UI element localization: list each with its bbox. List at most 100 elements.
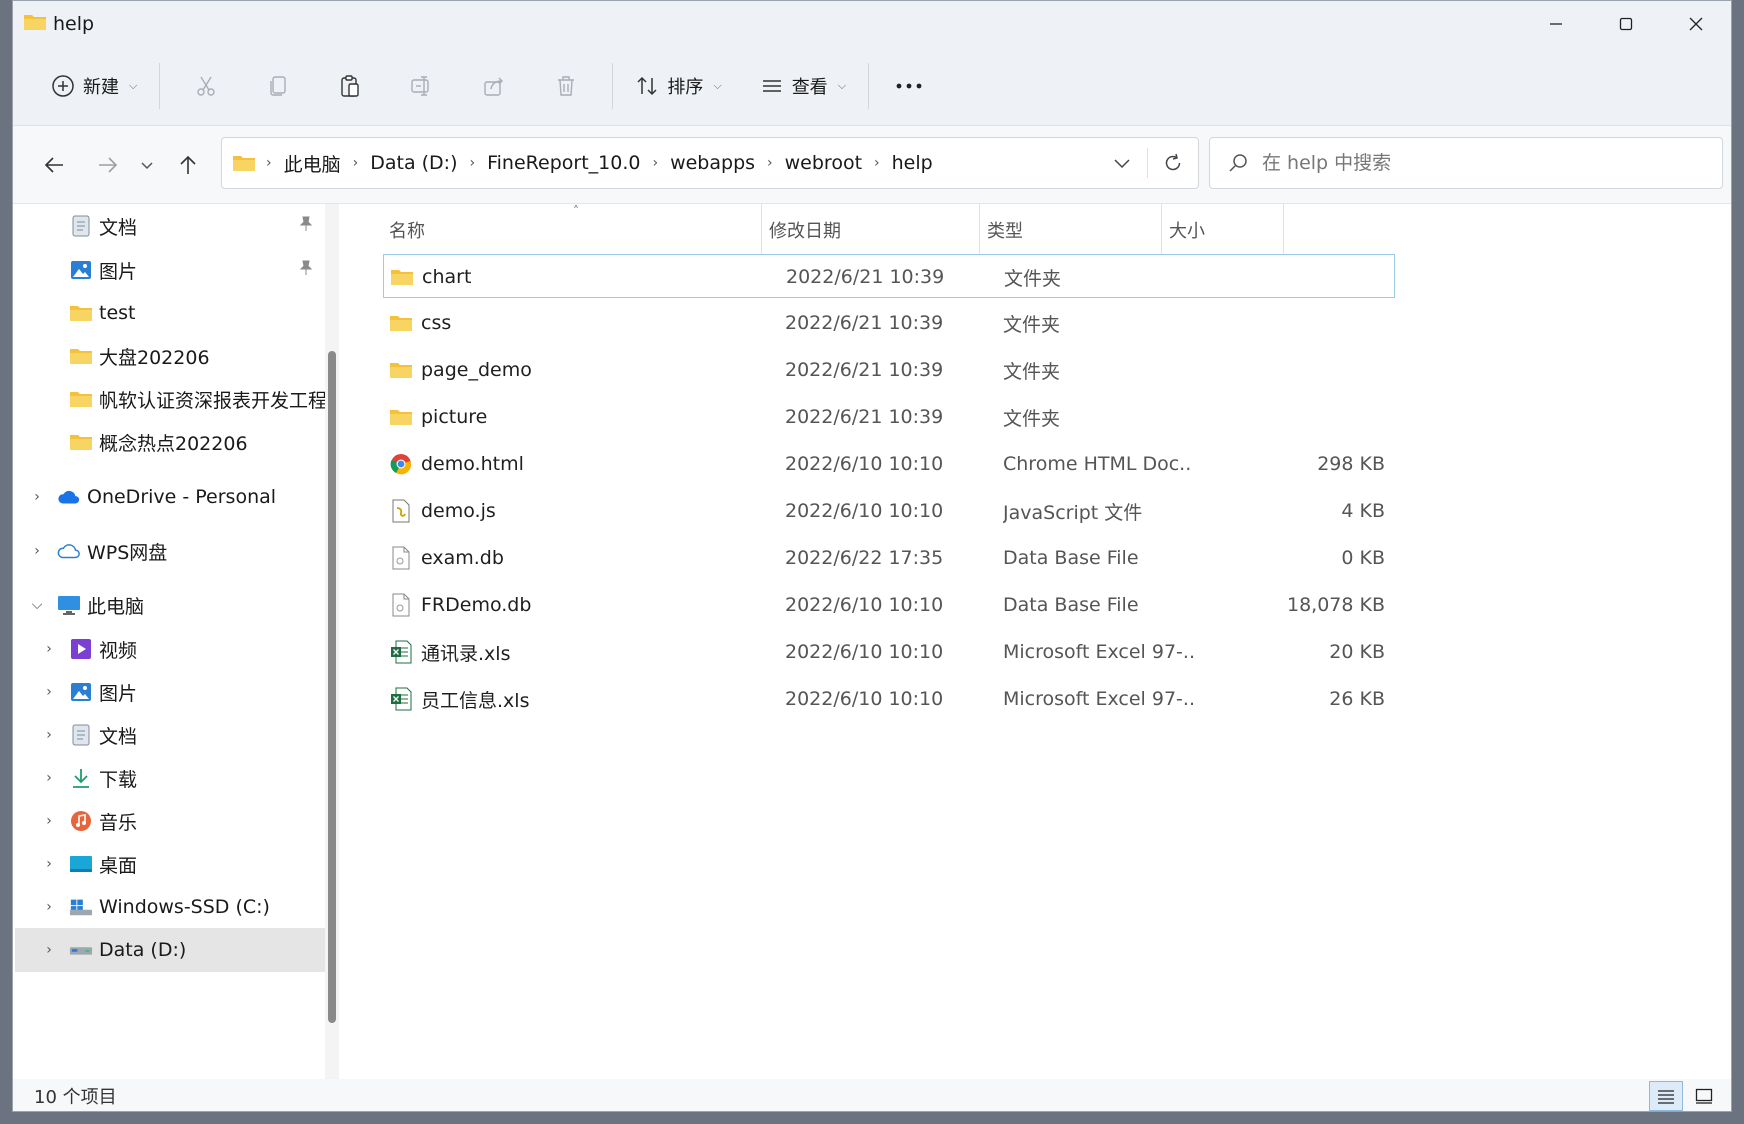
expand-chevron-icon[interactable]: › — [39, 713, 59, 757]
file-date: 2022/6/10 10:10 — [785, 453, 944, 475]
file-row-frdemo-db[interactable]: FRDemo.db 2022/6/10 10:10 Data Base File… — [383, 583, 1395, 627]
sort-button[interactable]: 排序 ⌵ — [623, 58, 733, 114]
sidebar-item-documents[interactable]: 文档 — [69, 713, 325, 757]
search-input[interactable] — [1260, 151, 1684, 175]
file-row-demo-js[interactable]: demo.js 2022/6/10 10:10 JavaScript 文件 4 … — [383, 489, 1395, 533]
expand-chevron-icon[interactable]: › — [39, 756, 59, 800]
db-file-icon — [389, 593, 413, 617]
close-icon — [1689, 17, 1703, 30]
column-divider[interactable] — [979, 204, 980, 254]
expand-chevron-icon[interactable]: › — [39, 928, 59, 972]
file-date: 2022/6/21 10:39 — [785, 312, 944, 334]
expand-chevron-icon[interactable]: › — [39, 885, 59, 929]
breadcrumb-webroot[interactable]: webroot — [779, 152, 868, 174]
documents-icon — [69, 214, 93, 238]
breadcrumb-separator-icon: › — [352, 155, 359, 171]
share-button[interactable] — [458, 58, 530, 114]
column-header-date[interactable]: 修改日期 — [769, 212, 841, 248]
title-bar: help — [13, 1, 1731, 46]
column-header-size[interactable]: 大小 — [1169, 212, 1205, 248]
close-button[interactable] — [1661, 1, 1731, 46]
recent-locations-button[interactable] — [129, 140, 165, 190]
sidebar-item-this-pc[interactable]: 此电脑 — [57, 583, 325, 627]
sidebar-item-fanruan[interactable]: 帆软认证资深报表开发工程师 — [69, 377, 325, 421]
sidebar-item-test[interactable]: test — [69, 291, 325, 335]
sidebar-item-label: 音乐 — [99, 811, 138, 834]
breadcrumb-this-pc[interactable]: 此电脑 — [278, 150, 347, 177]
sidebar-item-label: 概念热点202206 — [99, 432, 248, 455]
file-row-css[interactable]: css 2022/6/21 10:39 文件夹 — [383, 301, 1395, 345]
breadcrumb-help[interactable]: help — [886, 152, 939, 174]
pin-icon — [299, 216, 313, 236]
sidebar-item-drive-d[interactable]: Data (D:) — [69, 928, 325, 972]
sidebar-item-onedrive[interactable]: OneDrive - Personal — [57, 475, 325, 519]
more-options-button[interactable] — [879, 58, 939, 114]
view-list-icon — [762, 79, 781, 92]
expand-chevron-icon[interactable]: › — [27, 529, 47, 573]
column-divider[interactable] — [761, 204, 762, 254]
column-divider[interactable] — [1283, 204, 1284, 254]
sidebar-item-pictures-pinned[interactable]: 图片 — [69, 248, 325, 292]
folder-icon — [69, 301, 93, 325]
sidebar-item-drive-c[interactable]: Windows-SSD (C:) — [69, 885, 325, 929]
file-row-employee-xls[interactable]: 员工信息.xls 2022/6/10 10:10 Microsoft Excel… — [383, 677, 1395, 721]
breadcrumb-separator-icon: › — [266, 155, 272, 171]
file-row-demo-html[interactable]: demo.html 2022/6/10 10:10 Chrome HTML Do… — [383, 442, 1395, 486]
copy-button[interactable] — [242, 58, 314, 114]
music-icon — [69, 809, 93, 833]
folder-icon — [69, 344, 93, 368]
refresh-button[interactable] — [1148, 138, 1198, 188]
sidebar-item-music[interactable]: 音乐 — [69, 799, 325, 843]
sidebar-item-gainian[interactable]: 概念热点202206 — [69, 420, 325, 464]
tiles-view-button[interactable] — [1687, 1081, 1721, 1111]
sidebar-item-dapan[interactable]: 大盘202206 — [69, 334, 325, 378]
column-divider[interactable] — [1161, 204, 1162, 254]
file-row-page-demo[interactable]: page_demo 2022/6/21 10:39 文件夹 — [383, 348, 1395, 392]
expand-chevron-icon[interactable]: › — [39, 670, 59, 714]
sidebar-item-wps-cloud[interactable]: WPS网盘 — [57, 529, 325, 573]
address-bar[interactable]: › 此电脑 › Data (D:) › FineReport_10.0 › we… — [221, 137, 1199, 189]
pictures-icon — [69, 680, 93, 704]
cut-button[interactable] — [170, 58, 242, 114]
address-history-button[interactable] — [1097, 138, 1147, 188]
delete-button[interactable] — [530, 58, 602, 114]
up-button[interactable] — [163, 140, 213, 190]
sidebar-item-label: 大盘202206 — [99, 346, 210, 369]
sidebar-item-videos[interactable]: 视频 — [69, 627, 325, 671]
file-row-contacts-xls[interactable]: 通讯录.xls 2022/6/10 10:10 Microsoft Excel … — [383, 630, 1395, 674]
maximize-button[interactable] — [1591, 1, 1661, 46]
sidebar-item-pictures[interactable]: 图片 — [69, 670, 325, 714]
breadcrumb-finereport[interactable]: FineReport_10.0 — [481, 152, 646, 174]
details-view-button[interactable] — [1649, 1081, 1683, 1111]
view-button[interactable]: 查看 ⌵ — [748, 58, 858, 114]
file-row-exam-db[interactable]: exam.db 2022/6/22 17:35 Data Base File 0… — [383, 536, 1395, 580]
expand-chevron-icon[interactable]: › — [27, 475, 47, 519]
file-row-chart[interactable]: chart 2022/6/21 10:39 文件夹 — [383, 254, 1395, 298]
expand-chevron-icon[interactable]: › — [39, 842, 59, 886]
column-header-name[interactable]: 名称 — [389, 212, 425, 248]
expand-chevron-icon[interactable]: › — [39, 799, 59, 843]
breadcrumb-separator-icon: › — [652, 155, 659, 171]
paste-button[interactable] — [314, 58, 386, 114]
minimize-button[interactable] — [1521, 1, 1591, 46]
back-button[interactable] — [29, 140, 79, 190]
forward-button[interactable] — [83, 140, 133, 190]
rename-button[interactable] — [386, 58, 458, 114]
sidebar-scrollbar[interactable] — [325, 204, 339, 1079]
sidebar-item-desktop[interactable]: 桌面 — [69, 842, 325, 886]
column-header-type[interactable]: 类型 — [987, 212, 1023, 248]
breadcrumb-webapps[interactable]: webapps — [664, 152, 761, 174]
file-row-picture[interactable]: picture 2022/6/21 10:39 文件夹 — [383, 395, 1395, 439]
sidebar-item-label: 视频 — [99, 639, 138, 662]
expand-chevron-icon[interactable]: › — [39, 627, 59, 671]
sidebar-item-documents-pinned[interactable]: 文档 — [69, 204, 325, 248]
maximize-icon — [1619, 17, 1633, 30]
sidebar-item-downloads[interactable]: 下载 — [69, 756, 325, 800]
scrollbar-thumb[interactable] — [328, 351, 336, 1023]
search-box[interactable] — [1209, 137, 1723, 189]
collapse-chevron-icon[interactable]: ⌵ — [27, 583, 47, 627]
new-button[interactable]: 新建 ⌵ — [39, 58, 149, 114]
breadcrumb-data-d[interactable]: Data (D:) — [364, 152, 463, 174]
drive-d-icon — [69, 938, 93, 962]
file-size — [1196, 255, 1386, 299]
